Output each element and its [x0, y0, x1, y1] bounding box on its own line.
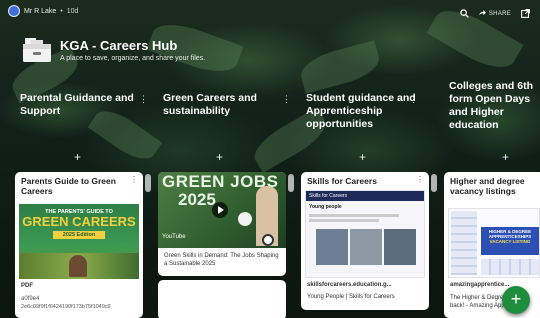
- add-post-button[interactable]: +: [216, 150, 223, 164]
- video-thumbnail: GREEN JOBS 2025 YouTube: [158, 172, 286, 248]
- file-type: PDF: [21, 283, 33, 289]
- column-title: Student guidance and Apprenticeship oppo…: [306, 92, 416, 130]
- child-figure: [69, 255, 87, 277]
- column-header: Green Careers and sustainability ⋮: [163, 92, 291, 137]
- card-thumbnail: THE PARENTS' GUIDE TO GREEN CAREERS 2025…: [19, 204, 139, 279]
- page-title: KGA - Careers Hub: [60, 38, 178, 53]
- kebab-menu-icon[interactable]: ⋮: [409, 94, 418, 105]
- site-photo: [384, 229, 416, 265]
- text-line: [309, 214, 399, 217]
- share-button[interactable]: SHARE: [478, 10, 511, 18]
- top-actions: SHARE: [460, 5, 531, 23]
- page-subtitle: A place to save, organize, and share you…: [60, 55, 206, 62]
- card-caption: Young People | Skills for Careers: [307, 294, 395, 300]
- column-header: Student guidance and Apprenticeship oppo…: [306, 92, 418, 137]
- avatar[interactable]: [8, 5, 20, 17]
- link-domain: amazingapprentice...: [450, 282, 510, 288]
- file-id: a0f9e4: [21, 296, 40, 302]
- add-post-button[interactable]: +: [359, 150, 366, 164]
- logo-grid: [481, 259, 539, 275]
- site-heading: Young people: [309, 204, 342, 210]
- post-card[interactable]: Skills for Careers ⋮ Skills for Careers …: [301, 172, 429, 310]
- eco-icon: [238, 212, 252, 226]
- video-source: YouTube: [162, 234, 186, 240]
- column-header: Parental Guidance and Support ⋮: [20, 92, 148, 137]
- column-scrollbar[interactable]: [288, 174, 294, 192]
- kebab-menu-icon[interactable]: ⋮: [416, 175, 424, 184]
- post-card[interactable]: Parents Guide to Green Careers ⋮ THE PAR…: [15, 172, 143, 318]
- text-line: [309, 219, 379, 222]
- edition-badge: 2025 Edition: [53, 231, 105, 239]
- share-icon: [478, 10, 486, 18]
- column-title: Colleges and 6th form Open Days and High…: [449, 80, 534, 131]
- kebab-menu-icon[interactable]: ⋮: [282, 94, 291, 105]
- play-icon[interactable]: [212, 202, 228, 218]
- site-photo: [316, 229, 348, 265]
- file-hash: 2e6c09f9f1f6424190f173b75f1049c9: [21, 304, 111, 310]
- add-post-fab[interactable]: +: [502, 286, 530, 314]
- card-title: Parents Guide to Green Careers: [21, 176, 116, 196]
- search-icon[interactable]: [460, 5, 469, 23]
- column-header: Colleges and 6th form Open Days and High…: [449, 80, 539, 131]
- add-post-button[interactable]: +: [502, 150, 509, 164]
- column-title: Parental Guidance and Support: [20, 92, 134, 117]
- badge-line: VACANCY LISTING: [489, 239, 531, 244]
- kebab-menu-icon[interactable]: ⋮: [139, 94, 148, 105]
- add-post-button[interactable]: +: [74, 150, 81, 164]
- thumbnail-headline: GREEN CAREERS: [22, 214, 136, 229]
- card-caption: Green Skills in Demand: The Jobs Shaping…: [164, 253, 279, 267]
- post-age: 10d: [66, 7, 79, 15]
- open-external-icon[interactable]: [521, 5, 531, 23]
- column-title: Green Careers and sustainability: [163, 92, 257, 117]
- site-header: Skills for Careers: [306, 191, 424, 201]
- site-photo: [350, 229, 382, 265]
- thumbnail-year: 2025: [178, 190, 216, 209]
- link-domain: skillsforcareers.education.g...: [307, 282, 392, 288]
- card-title: Higher and degree vacancy listings: [450, 176, 525, 196]
- separator-dot: •: [60, 7, 63, 15]
- website-preview: Skills for Careers Young people: [305, 190, 425, 278]
- column-scrollbar[interactable]: [431, 174, 437, 192]
- listing-preview: HIGHER & DEGREE APPRENTICESHIPS VACANCY …: [448, 208, 540, 278]
- card-title: Skills for Careers: [307, 176, 377, 186]
- timer-icon: [262, 234, 274, 246]
- listing-badge: HIGHER & DEGREE APPRENTICESHIPS VACANCY …: [481, 227, 539, 255]
- logo-grid: [451, 211, 477, 275]
- share-label: SHARE: [488, 11, 511, 17]
- column-scrollbar[interactable]: [145, 174, 151, 192]
- board-header: KGA - Careers Hub A place to save, organ…: [22, 36, 205, 64]
- post-card[interactable]: GREEN JOBS 2025 YouTube Green Skills in …: [158, 172, 286, 276]
- file-cabinet-icon: [22, 36, 52, 64]
- post-card[interactable]: [158, 280, 286, 318]
- author-name: Mr R Lake: [24, 7, 57, 15]
- kebab-menu-icon[interactable]: ⋮: [130, 175, 138, 184]
